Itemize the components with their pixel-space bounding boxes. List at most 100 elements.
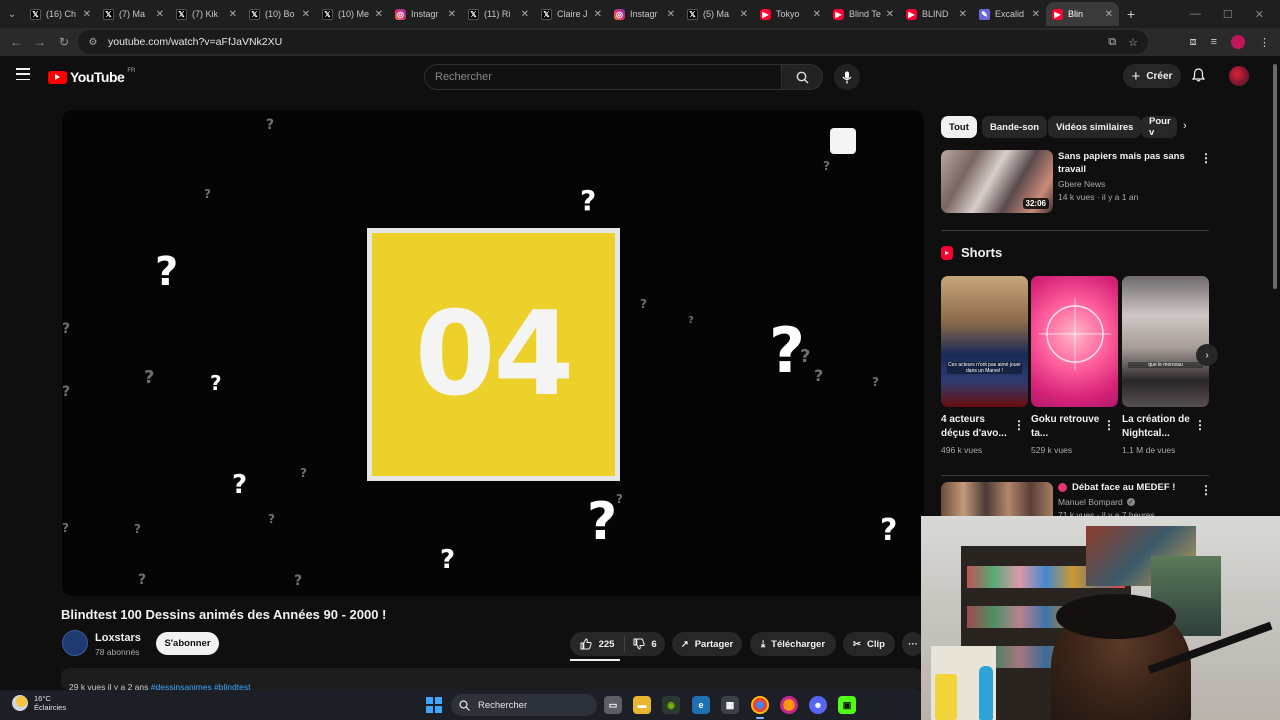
- browser-tab[interactable]: ▶ Blind Te ✕: [827, 2, 900, 26]
- video-hashtags[interactable]: #dessinsanimes #blindtest: [151, 682, 251, 690]
- extensions-icon[interactable]: ⧈: [1190, 36, 1197, 49]
- tab-close-icon[interactable]: ✕: [813, 9, 821, 20]
- short-menu-icon[interactable]: ⋮: [1013, 418, 1025, 432]
- tab-close-icon[interactable]: ✕: [375, 9, 383, 20]
- recommended-title[interactable]: Sans papiers mais pas sans travail: [1058, 150, 1196, 176]
- short-thumbnail[interactable]: Ces acteurs n'ont pas aimé jouer dans un…: [941, 276, 1028, 407]
- channel-avatar[interactable]: [62, 630, 88, 656]
- browser-tab[interactable]: 𝕏 (16) Ch ✕: [24, 2, 97, 26]
- reload-icon[interactable]: ↻: [52, 30, 76, 54]
- minimize-icon[interactable]: —: [1190, 8, 1201, 20]
- search-input[interactable]: Rechercher: [424, 64, 782, 90]
- browser-tab[interactable]: 𝕏 (7) Kik ✕: [170, 2, 243, 26]
- store-icon[interactable]: ▦: [721, 696, 739, 714]
- shorts-next-button[interactable]: ›: [1196, 344, 1218, 366]
- download-button[interactable]: ⤓ Télécharger: [750, 632, 836, 656]
- maximize-icon[interactable]: ☐: [1223, 8, 1233, 21]
- browser-tab[interactable]: ▶ BLIND ✕: [900, 2, 973, 26]
- tab-search-icon[interactable]: ⌄: [0, 0, 24, 28]
- chip-bande-son[interactable]: Bande-son: [982, 116, 1048, 138]
- live-menu-icon[interactable]: ⋮: [1200, 483, 1212, 497]
- short-title[interactable]: Goku retrouve ta...: [1031, 413, 1103, 441]
- browser-tab[interactable]: ▶ Tokyo ✕: [754, 2, 827, 26]
- back-icon[interactable]: ←: [4, 30, 28, 54]
- edge-icon[interactable]: e: [692, 696, 710, 714]
- short-thumbnail[interactable]: [1031, 276, 1118, 407]
- chip-next-chevron-icon[interactable]: ›: [1183, 120, 1187, 132]
- firefox-icon[interactable]: [780, 696, 798, 714]
- chip-tout[interactable]: Tout: [941, 116, 977, 138]
- windows-start-icon[interactable]: [426, 697, 442, 713]
- create-button[interactable]: + Créer: [1123, 64, 1181, 88]
- browser-tab[interactable]: 𝕏 (10) Bo ✕: [243, 2, 316, 26]
- discord-icon[interactable]: ☻: [809, 696, 827, 714]
- like-button[interactable]: 225: [570, 636, 625, 652]
- site-info-icon[interactable]: ⚙: [86, 35, 100, 49]
- browser-tab[interactable]: 𝕏 Claire J ✕: [535, 2, 608, 26]
- nvidia-icon[interactable]: ◉: [662, 696, 680, 714]
- close-window-icon[interactable]: ✕: [1255, 8, 1264, 21]
- address-bar[interactable]: ⚙ youtube.com/watch?v=aFfJaVNk2XU ⧉ ☆: [78, 30, 1148, 54]
- recommended-menu-icon[interactable]: ⋮: [1200, 151, 1212, 165]
- tab-close-icon[interactable]: ✕: [156, 9, 164, 20]
- task-view-icon[interactable]: ▭: [604, 696, 622, 714]
- reading-list-icon[interactable]: ≡: [1211, 36, 1217, 48]
- chip-pour-vous[interactable]: Pour v: [1141, 116, 1177, 138]
- browser-tab[interactable]: ✎ Excalid ✕: [973, 2, 1046, 26]
- video-player[interactable]: ?????????????????????????? 04: [62, 110, 924, 596]
- browser-profile-icon[interactable]: [1231, 35, 1245, 49]
- short-title[interactable]: 4 acteurs déçus d'avo...: [941, 413, 1013, 441]
- browser-tab[interactable]: ◎ Instagr ✕: [608, 2, 681, 26]
- tab-close-icon[interactable]: ✕: [959, 9, 967, 20]
- kick-icon[interactable]: ▣: [838, 696, 856, 714]
- browser-tab[interactable]: ◎ Instagr ✕: [389, 2, 462, 26]
- chrome-icon[interactable]: [751, 696, 769, 714]
- search-button[interactable]: [781, 64, 823, 90]
- tab-close-icon[interactable]: ✕: [521, 9, 529, 20]
- tab-close-icon[interactable]: ✕: [1105, 9, 1113, 20]
- taskbar-search[interactable]: Rechercher: [451, 694, 597, 716]
- subscribe-button[interactable]: S'abonner: [156, 632, 219, 655]
- account-avatar[interactable]: [1229, 66, 1249, 86]
- live-channel-row[interactable]: Manuel Bompard ✓: [1058, 497, 1135, 507]
- tab-close-icon[interactable]: ✕: [229, 9, 237, 20]
- tab-close-icon[interactable]: ✕: [302, 9, 310, 20]
- description-box[interactable]: 29 k vues il y a 2 ans #dessinsanimes #b…: [61, 668, 923, 690]
- recommended-thumbnail[interactable]: 32:06: [941, 150, 1053, 213]
- live-thumbnail[interactable]: [941, 482, 1053, 520]
- forward-icon[interactable]: →: [28, 30, 52, 54]
- new-tab-button[interactable]: +: [1119, 6, 1143, 22]
- chip-videos-similaires[interactable]: Vidéos similaires: [1048, 116, 1142, 138]
- tab-close-icon[interactable]: ✕: [83, 9, 91, 20]
- tab-close-icon[interactable]: ✕: [1032, 9, 1040, 20]
- file-explorer-icon[interactable]: ▬: [633, 696, 651, 714]
- voice-search-button[interactable]: [834, 64, 860, 90]
- browser-tab[interactable]: 𝕏 (7) Ma ✕: [97, 2, 170, 26]
- clip-button[interactable]: ✂ Clip: [843, 632, 895, 656]
- tab-close-icon[interactable]: ✕: [667, 9, 675, 20]
- browser-tab[interactable]: ▶ Blin ✕: [1046, 2, 1119, 26]
- bookmark-star-icon[interactable]: ☆: [1128, 36, 1138, 49]
- tab-close-icon[interactable]: ✕: [886, 9, 894, 20]
- short-title[interactable]: La création de Nightcal...: [1122, 413, 1194, 441]
- short-menu-icon[interactable]: ⋮: [1194, 418, 1206, 432]
- weather-widget[interactable]: 16°C Éclaircies: [12, 694, 66, 712]
- short-thumbnail[interactable]: que le morceau: [1122, 276, 1209, 407]
- browser-menu-icon[interactable]: ⋮: [1259, 36, 1270, 49]
- youtube-logo[interactable]: YouTube FR: [48, 68, 135, 85]
- tab-close-icon[interactable]: ✕: [594, 9, 602, 20]
- short-menu-icon[interactable]: ⋮: [1103, 418, 1115, 432]
- browser-tab[interactable]: 𝕏 (5) Ma ✕: [681, 2, 754, 26]
- hamburger-menu-icon[interactable]: [16, 68, 30, 80]
- live-title-row[interactable]: Débat face au MEDEF !: [1058, 482, 1175, 493]
- notifications-bell-icon[interactable]: [1191, 68, 1206, 85]
- recommended-channel[interactable]: Gbere News: [1058, 179, 1105, 189]
- channel-name[interactable]: Loxstars: [95, 632, 141, 644]
- scrollbar-thumb[interactable]: [1273, 64, 1277, 289]
- install-app-icon[interactable]: ⧉: [1108, 36, 1116, 49]
- dislike-button[interactable]: 6: [625, 638, 665, 650]
- tab-close-icon[interactable]: ✕: [740, 9, 748, 20]
- browser-tab[interactable]: 𝕏 (11) Ri ✕: [462, 2, 535, 26]
- tab-close-icon[interactable]: ✕: [448, 9, 456, 20]
- browser-tab[interactable]: 𝕏 (10) Me ✕: [316, 2, 389, 26]
